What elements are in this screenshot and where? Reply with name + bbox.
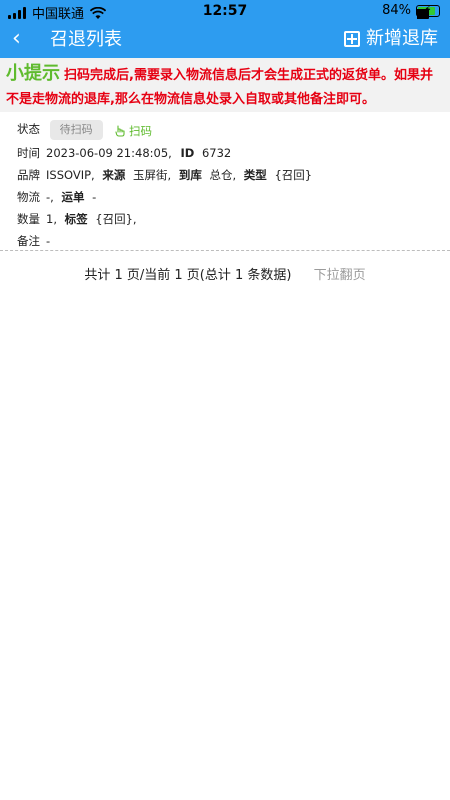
source-value: 玉屏街,	[133, 168, 172, 182]
logistics-label: 物流	[17, 190, 40, 204]
chevron-left-icon: ‹	[12, 26, 21, 51]
waybill-label: 运单	[61, 190, 85, 204]
plus-square-icon	[344, 31, 360, 47]
page-title: 召退列表	[50, 29, 122, 50]
tag-label: 标签	[64, 212, 88, 226]
pagination-summary: 共计 1 页/当前 1 页(总计 1 条数据)	[84, 268, 292, 283]
status-badge: 待扫码	[49, 120, 103, 140]
source-label: 来源	[102, 168, 126, 182]
dest-value: 总仓,	[209, 168, 237, 182]
time-row: 时间 2023-06-09 21:48:05, ID 6732	[17, 145, 231, 161]
status-label: 状态	[17, 122, 40, 136]
add-return-button[interactable]: 新增退库	[344, 27, 438, 51]
id-label: ID	[180, 146, 195, 160]
tip-text: 扫码完成后,需要录入物流信息后才会生成正式的返货单。如果并不是走物流的退库,那么…	[6, 68, 433, 107]
note-row: 备注 -	[17, 233, 50, 249]
brand-value: ISSOVIP,	[46, 168, 95, 182]
qty-value: 1,	[46, 212, 57, 226]
type-value: {召回}	[274, 168, 313, 182]
dest-label: 到库	[178, 168, 202, 182]
dashed-divider	[0, 250, 450, 251]
tip-title: 小提示	[6, 63, 60, 84]
logistics-row: 物流 -, 运单 -	[17, 189, 96, 205]
time-value: 2023-06-09 21:48:05,	[46, 146, 172, 160]
type-label: 类型	[243, 168, 267, 182]
note-value: -	[46, 234, 51, 248]
hand-pointer-icon	[115, 125, 125, 137]
scan-label: 扫码	[129, 124, 152, 138]
tag-value: {召回},	[95, 212, 137, 226]
nav-bar: ‹ 召退列表 新增退库	[0, 22, 450, 58]
status-right: 84% ⚡	[382, 3, 440, 19]
time-label: 时间	[17, 146, 40, 160]
qty-label: 数量	[17, 212, 40, 226]
tip-banner: 小提示 扫码完成后,需要录入物流信息后才会生成正式的返货单。如果并不是走物流的退库…	[0, 58, 450, 112]
record-card[interactable]: 状态 待扫码 扫码 时间 2023-06-09 21:48:05, ID 6732…	[0, 114, 450, 250]
waybill-value: -	[92, 190, 97, 204]
add-return-label: 新增退库	[366, 28, 438, 49]
note-label: 备注	[17, 234, 40, 248]
status-bar: 中国联通 12:57 84% ⚡	[0, 0, 450, 22]
pagination-info: 共计 1 页/当前 1 页(总计 1 条数据) 下拉翻页	[0, 264, 450, 283]
battery-percent: 84%	[382, 3, 411, 18]
battery-icon: ⚡	[416, 3, 440, 19]
id-value: 6732	[201, 146, 232, 160]
back-button[interactable]: ‹	[12, 26, 21, 52]
scan-button[interactable]: 扫码	[115, 123, 152, 139]
brand-row: 品牌 ISSOVIP, 来源 玉屏街, 到库 总仓, 类型 {召回}	[17, 167, 312, 183]
quantity-row: 数量 1, 标签 {召回},	[17, 211, 137, 227]
logistics-value: -,	[46, 190, 54, 204]
pull-to-load-more[interactable]: 下拉翻页	[314, 268, 366, 283]
status-row: 状态 待扫码	[17, 120, 103, 140]
brand-label: 品牌	[17, 168, 40, 182]
